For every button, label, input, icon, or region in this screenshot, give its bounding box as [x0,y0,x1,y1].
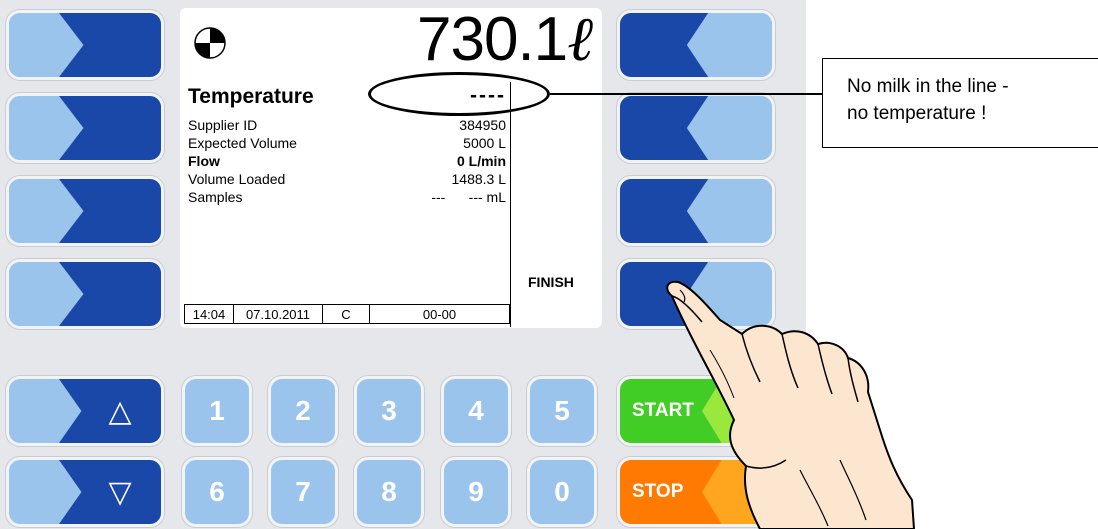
key-4[interactable]: 4 [441,376,511,446]
status-date: 07.10.2011 [234,305,323,323]
status-time: 14:04 [185,305,234,323]
row-label: Supplier ID [188,117,258,133]
row-value: 1488.3 L [451,171,507,187]
key-8[interactable]: 8 [354,457,424,527]
row-value: 5000 L [463,135,506,151]
key-9[interactable]: 9 [441,457,511,527]
key-0[interactable]: 0 [527,457,597,527]
arrow-down-button[interactable]: ▽ [6,457,164,527]
highlight-ellipse [368,72,550,116]
right-softkey-3[interactable] [617,176,775,246]
row-value: --- --- mL [431,189,506,205]
temperature-label: Temperature [188,85,314,108]
row-label: Flow [188,153,220,169]
arrow-up-icon: △ [108,394,132,428]
status-mode: C [323,305,370,323]
arrow-down-icon: ▽ [108,475,132,509]
callout-line-2: no temperature ! [847,103,987,124]
right-softkey-2[interactable] [617,93,775,163]
left-softkey-3[interactable] [6,176,164,246]
key-5[interactable]: 5 [527,376,597,446]
row-value: 0 L/min [456,153,506,169]
screen-divider [510,82,511,327]
pointing-hand-icon [666,280,916,529]
left-softkey-2[interactable] [6,93,164,163]
status-code: 00-00 [422,306,457,322]
key-2[interactable]: 2 [268,376,338,446]
key-1[interactable]: 1 [182,376,252,446]
clock-status-icon [194,27,226,59]
row-label: Volume Loaded [188,171,286,187]
row-label: Samples [188,189,243,205]
callout-leader-line [550,93,822,95]
status-bar: 14:04 07.10.2011 C 00-00 [184,304,510,324]
arrow-up-button[interactable]: △ [6,376,164,446]
left-softkey-4[interactable] [6,259,164,329]
row-value: 384950 [459,117,506,133]
key-3[interactable]: 3 [354,376,424,446]
lcd-display: 730.1ℓ Temperature ---- Supplier ID 3849… [180,8,602,328]
callout-line-1: No milk in the line - [847,76,1009,97]
finish-label: FINISH [528,274,574,290]
callout-box: No milk in the line - no temperature ! [822,58,1098,148]
row-label: Expected Volume [188,135,297,151]
volume-readout: 730.1ℓ [417,8,593,75]
left-softkey-1[interactable] [6,10,164,80]
right-softkey-1[interactable] [617,10,775,80]
key-7[interactable]: 7 [268,457,338,527]
key-6[interactable]: 6 [182,457,252,527]
